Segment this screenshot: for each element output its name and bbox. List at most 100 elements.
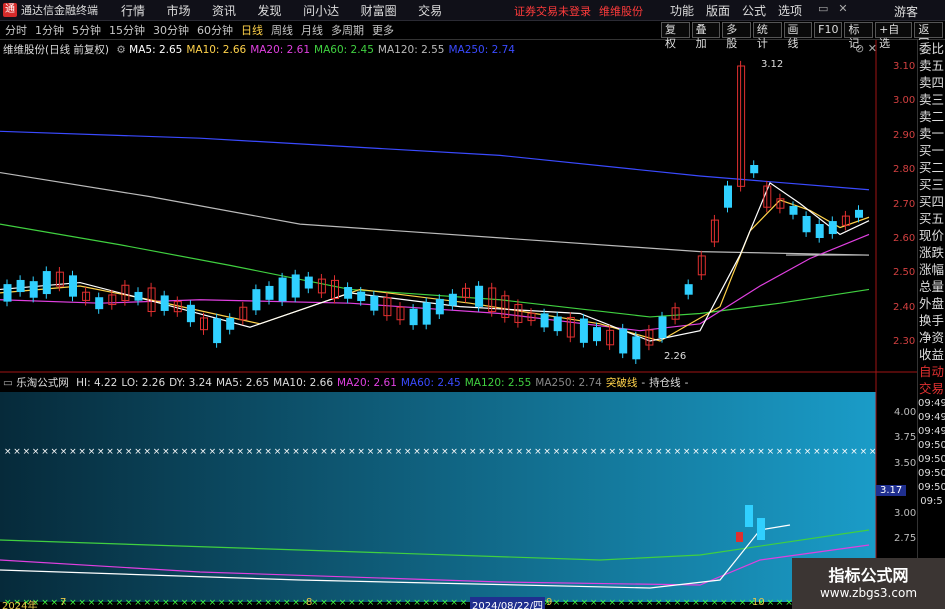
breakout-x-mark: × <box>767 447 775 457</box>
position-x-mark: × <box>51 598 59 608</box>
period-60min[interactable]: 60分钟 <box>197 22 233 38</box>
candle-body <box>69 275 77 297</box>
position-x-mark: × <box>553 598 561 608</box>
back-button[interactable]: 返回 <box>914 22 943 50</box>
price-tick-label: 2.90 <box>893 129 916 141</box>
breakout-x-mark: × <box>144 447 152 457</box>
position-x-mark: × <box>404 598 412 608</box>
price-tick-label: 2.50 <box>893 267 916 279</box>
breakout-x-mark: × <box>599 447 607 457</box>
candle-body <box>278 277 287 302</box>
quote-row-label: 涨幅 <box>918 262 944 277</box>
candle-body <box>593 327 601 342</box>
kline-chart[interactable]: ××××××××××××××××××××××××××××××××××××××××… <box>0 40 917 609</box>
period-1min[interactable]: 1分钟 <box>35 22 64 38</box>
quote-row-label: 换手 <box>918 313 944 328</box>
menu-discover[interactable]: 发现 <box>258 4 282 18</box>
menu-trade[interactable]: 交易 <box>418 4 442 18</box>
menu-layout[interactable]: 版面 <box>706 2 730 19</box>
menu-function[interactable]: 功能 <box>670 2 694 19</box>
breakout-x-mark: × <box>51 447 59 457</box>
position-x-mark: × <box>385 598 393 608</box>
period-monthly[interactable]: 月线 <box>301 22 323 38</box>
candle-body <box>186 304 195 323</box>
breakout-x-mark: × <box>106 447 114 457</box>
close-icon[interactable]: ✕ <box>838 2 847 15</box>
overlay-button[interactable]: 叠加 <box>691 22 721 50</box>
breakout-x-mark: × <box>385 447 393 457</box>
breakout-x-mark: × <box>190 447 198 457</box>
zoom-icon[interactable]: ⊘ <box>855 42 864 55</box>
quote-row-label: 收益 <box>918 347 944 362</box>
sub-expand-icon[interactable]: ▭ <box>3 377 13 389</box>
close-panel-icon[interactable]: ✕ <box>868 42 877 55</box>
menu-news[interactable]: 资讯 <box>212 4 236 18</box>
position-x-mark: × <box>599 598 607 608</box>
breakout-x-mark: × <box>543 447 551 457</box>
menu-ask[interactable]: 问小达 <box>303 4 339 18</box>
candle-body <box>226 317 235 330</box>
breakout-x-mark: × <box>785 447 793 457</box>
menu-quotes[interactable]: 行情 <box>121 4 145 18</box>
main-legend-item: MA5: 2.65 <box>129 44 183 56</box>
position-x-mark: × <box>339 598 347 608</box>
stats-button[interactable]: 统计 <box>752 22 782 50</box>
guest-label[interactable]: 游客 <box>894 3 918 20</box>
mark-button[interactable]: 标记 <box>844 22 874 50</box>
breakout-x-mark: × <box>376 447 384 457</box>
position-x-mark: × <box>78 598 86 608</box>
period-daily[interactable]: 日线 <box>241 22 263 38</box>
position-x-mark: × <box>720 598 728 608</box>
draw-button[interactable]: 画线 <box>783 22 813 50</box>
period-more[interactable]: 更多 <box>372 22 394 38</box>
minimize-icon[interactable]: ▭ <box>818 2 828 15</box>
not-logged-text[interactable]: 证券交易未登录 <box>514 5 591 18</box>
candle-body <box>475 285 484 307</box>
quote-row-label[interactable]: 自动 <box>918 363 945 380</box>
menu-formula[interactable]: 公式 <box>742 2 766 19</box>
x-tick-label: 9 <box>546 597 553 608</box>
menu-market[interactable]: 市场 <box>167 4 191 18</box>
position-x-mark: × <box>125 598 133 608</box>
breakout-x-mark: × <box>116 447 124 457</box>
quote-row-label: 09:50 <box>918 468 945 479</box>
quote-row-label: 买一 <box>918 143 944 158</box>
f10-button[interactable]: F10 <box>814 22 843 38</box>
breakout-x-mark: × <box>525 447 533 457</box>
period-30min[interactable]: 30分钟 <box>153 22 189 38</box>
breakout-x-mark: × <box>423 447 431 457</box>
breakout-x-mark: × <box>636 447 644 457</box>
settings-icon[interactable]: ⚙ <box>116 44 125 56</box>
position-x-mark: × <box>255 598 263 608</box>
breakout-x-mark: × <box>255 447 263 457</box>
quote-row-label[interactable]: 交易 <box>918 380 945 397</box>
period-15min[interactable]: 15分钟 <box>109 22 145 38</box>
position-x-mark: × <box>729 598 737 608</box>
position-x-mark: × <box>767 598 775 608</box>
candle-body <box>134 291 143 301</box>
app-title: 通达信金融终端 <box>21 4 98 17</box>
position-x-mark: × <box>395 598 403 608</box>
breakout-x-mark: × <box>432 447 440 457</box>
main-legend-item: MA20: 2.61 <box>250 44 311 56</box>
sub-legend-item: MA60: 2.45 <box>400 377 461 389</box>
breakout-x-mark: × <box>292 447 300 457</box>
breakout-x-mark: × <box>674 447 682 457</box>
breakout-x-mark: × <box>153 447 161 457</box>
period-5min[interactable]: 5分钟 <box>72 22 101 38</box>
multistock-button[interactable]: 多股 <box>722 22 751 50</box>
period-multi[interactable]: 多周期 <box>331 22 364 38</box>
window-buttons: ▭ ✕ <box>818 2 848 15</box>
candle-body <box>3 284 12 302</box>
period-weekly[interactable]: 周线 <box>271 22 293 38</box>
menu-options[interactable]: 选项 <box>778 2 802 19</box>
add-favorite-button[interactable]: +自选 <box>875 22 913 50</box>
sub-legend-item: LO: 2.26 <box>121 377 166 389</box>
x-tick-label: 2024年 <box>2 601 38 609</box>
period-tick[interactable]: 分时 <box>5 22 27 38</box>
sub-tick-label: 3.17 <box>876 485 907 496</box>
adjust-button[interactable]: 复权 <box>661 22 690 50</box>
breakout-x-mark: × <box>627 447 635 457</box>
menu-wealth[interactable]: 财富圈 <box>361 4 397 18</box>
position-x-mark: × <box>69 598 77 608</box>
